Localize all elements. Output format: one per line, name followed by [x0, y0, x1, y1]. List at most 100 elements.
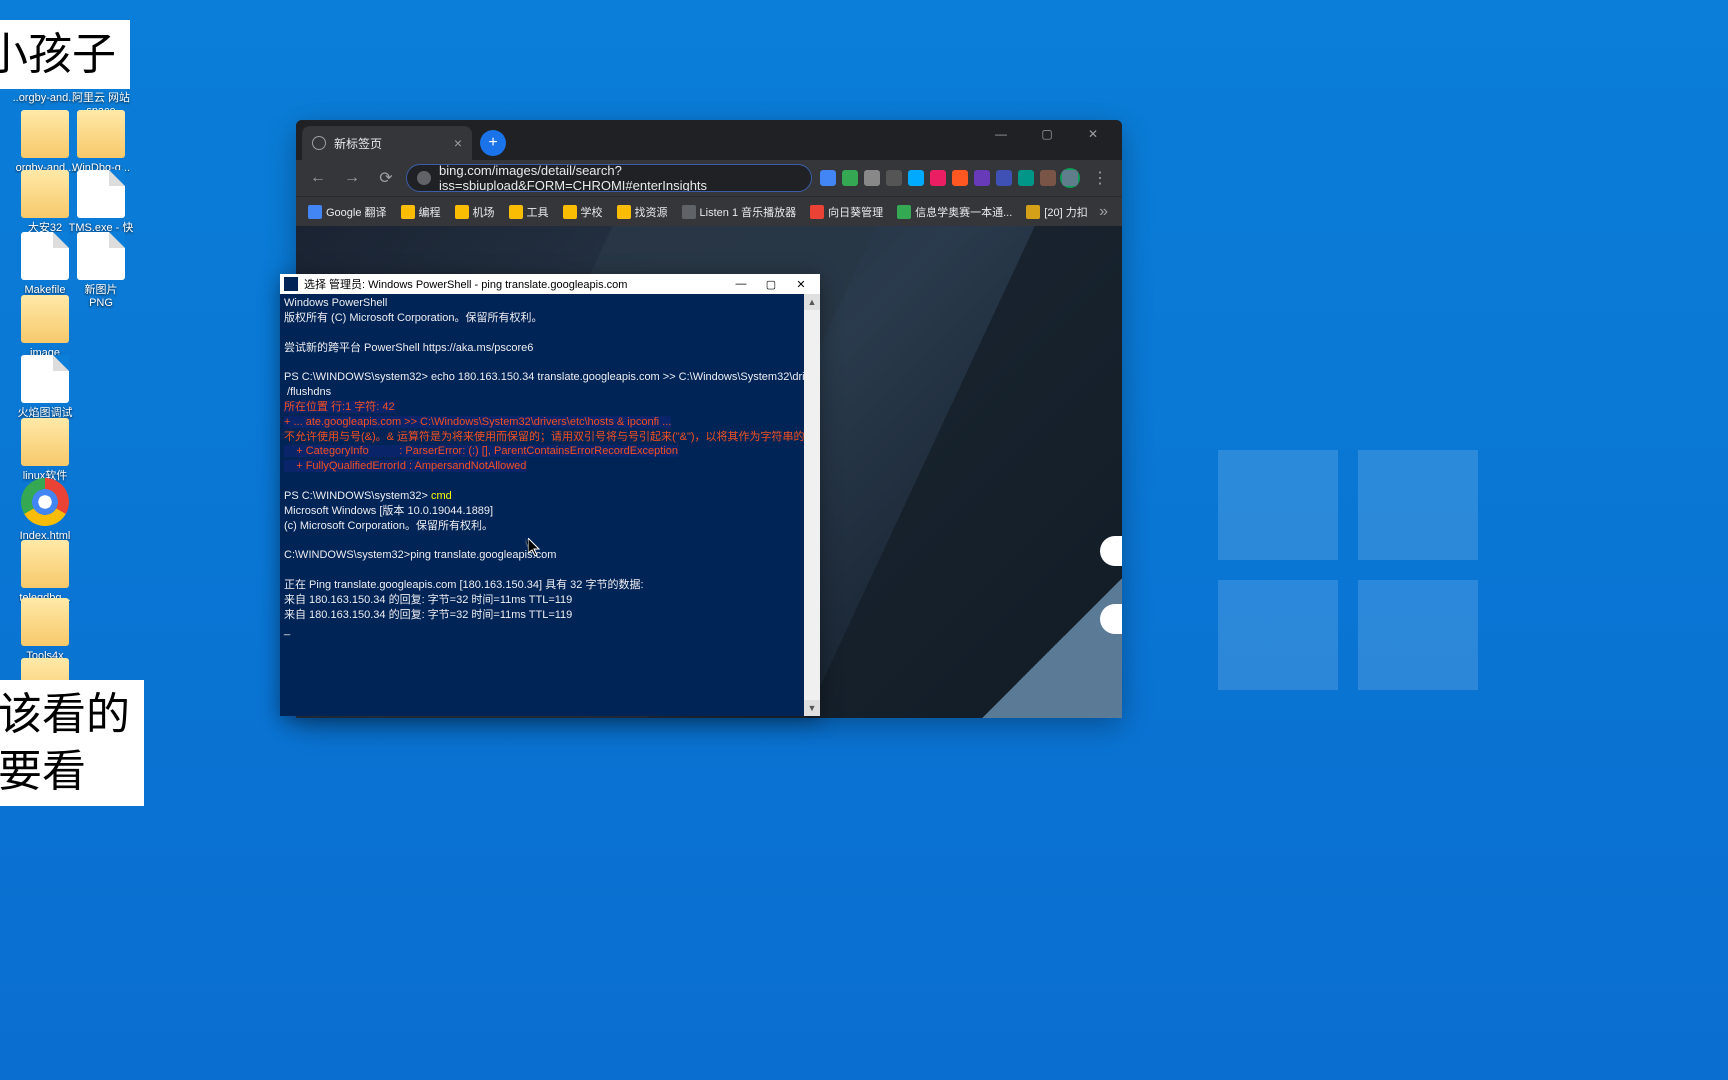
ps-close-button[interactable]: ✕ [786, 278, 816, 291]
desktop-icon[interactable]: Tools4x [10, 598, 80, 663]
terminal-line: 正在 Ping translate.googleapis.com [180.16… [284, 578, 816, 593]
scroll-up-icon[interactable]: ▲ [804, 294, 820, 310]
terminal-line: Windows PowerShell [284, 296, 816, 311]
side-pill-2[interactable] [1100, 604, 1122, 634]
bookmark-label: Listen 1 音乐播放器 [700, 204, 797, 220]
forward-button[interactable]: → [338, 164, 366, 192]
extension-icon[interactable] [928, 168, 948, 188]
folder-icon [77, 110, 125, 158]
extension-icon[interactable] [950, 168, 970, 188]
bookmark-item[interactable]: Google 翻译 [302, 200, 393, 224]
bookmark-item[interactable]: 编程 [395, 200, 447, 224]
chrome-toolbar: ← → ⟳ bing.com/images/detail/search?iss=… [296, 160, 1122, 196]
terminal-line: 所在位置 行:1 字符: 42 [284, 400, 816, 415]
terminal-line: PS C:\WINDOWS\system32> cmd [284, 489, 816, 504]
file-icon [77, 232, 125, 280]
bookmark-label: 信息学奥赛一本通... [915, 204, 1012, 220]
powershell-title-text: 选择 管理员: Windows PowerShell - ping transl… [304, 276, 627, 292]
terminal-line [284, 326, 816, 341]
terminal-line: 不允许使用与号(&)。& 运算符是为将来使用而保留的；请用双引号将与号引起来("… [284, 430, 816, 445]
extension-icon[interactable] [862, 168, 882, 188]
bookmark-favicon [682, 205, 696, 219]
desktop-icon[interactable]: WinDbg-g... [66, 110, 136, 175]
bookmark-label: 向日葵管理 [828, 204, 883, 220]
url-text: bing.com/images/detail/search?iss=sbiupl… [439, 164, 801, 192]
maximize-button[interactable]: ▢ [1024, 120, 1070, 148]
ps-maximize-button[interactable]: ▢ [756, 278, 786, 291]
extension-icon[interactable] [1060, 168, 1080, 188]
powershell-titlebar[interactable]: 选择 管理员: Windows PowerShell - ping transl… [280, 274, 820, 294]
chrome-tabstrip: 新标签页 × + — ▢ ✕ [296, 120, 1122, 160]
bookmark-favicon [1026, 205, 1040, 219]
bookmark-item[interactable]: 工具 [503, 200, 555, 224]
scroll-down-icon[interactable]: ▼ [804, 700, 820, 716]
folder-icon [21, 540, 69, 588]
site-info-icon[interactable] [417, 171, 431, 185]
extension-icon[interactable] [840, 168, 860, 188]
powershell-icon [284, 277, 298, 291]
bookmark-item[interactable]: 机场 [449, 200, 501, 224]
folder-icon [21, 598, 69, 646]
powershell-window: 选择 管理员: Windows PowerShell - ping transl… [280, 274, 820, 716]
terminal-line: (c) Microsoft Corporation。保留所有权利。 [284, 519, 816, 534]
desktop-icon[interactable]: image [10, 295, 80, 360]
folder-icon [21, 110, 69, 158]
terminal-line [284, 563, 816, 578]
chrome-menu-button[interactable]: ⋮ [1086, 164, 1114, 192]
terminal-line [284, 474, 816, 489]
desktop-icon[interactable]: telegdbg... [10, 540, 80, 605]
extension-icon[interactable] [1016, 168, 1036, 188]
terminal-line: C:\WINDOWS\system32>ping translate.googl… [284, 548, 816, 563]
extension-icon[interactable] [884, 168, 904, 188]
ps-minimize-button[interactable]: — [726, 278, 756, 291]
bookmark-item[interactable]: 信息学奥赛一本通... [891, 200, 1018, 224]
terminal-line [284, 355, 816, 370]
new-tab-button[interactable]: + [480, 130, 506, 156]
terminal-line: 来自 180.163.150.34 的回复: 字节=32 时间=11ms TTL… [284, 593, 816, 608]
bookmark-item[interactable]: Listen 1 音乐播放器 [676, 200, 803, 224]
bookmark-label: 编程 [419, 204, 441, 220]
close-button[interactable]: ✕ [1070, 120, 1116, 148]
powershell-scrollbar[interactable]: ▲ ▼ [804, 294, 820, 716]
desktop-icon[interactable]: linux软件 [10, 418, 80, 483]
bookmark-item[interactable]: 向日葵管理 [804, 200, 889, 224]
bookmark-item[interactable]: 学校 [557, 200, 609, 224]
extension-icon[interactable] [906, 168, 926, 188]
extension-icon[interactable] [818, 168, 838, 188]
bookmark-favicon [455, 205, 469, 219]
extension-icon[interactable] [972, 168, 992, 188]
chrome-window-controls: — ▢ ✕ [978, 120, 1116, 148]
address-bar[interactable]: bing.com/images/detail/search?iss=sbiupl… [406, 164, 812, 192]
terminal-line: + ... ate.googleapis.com >> C:\Windows\S… [284, 415, 816, 430]
minimize-button[interactable]: — [978, 120, 1024, 148]
file-icon [77, 170, 125, 218]
bookmark-item[interactable]: 找资源 [611, 200, 674, 224]
bookmark-favicon [563, 205, 577, 219]
side-pill-1[interactable] [1100, 536, 1122, 566]
bookmark-favicon [308, 205, 322, 219]
extension-icon[interactable] [994, 168, 1014, 188]
bookmark-label: Google 翻译 [326, 204, 387, 220]
terminal-line: + CategoryInfo : ParserError: (:) [], Pa… [284, 444, 816, 459]
file-icon [21, 355, 69, 403]
bookmark-label: 找资源 [635, 204, 668, 220]
desktop-icon[interactable]: Index.html [10, 478, 80, 543]
overlay-text-top: 小孩子 [0, 20, 130, 89]
terminal-line [284, 534, 816, 549]
terminal-line: PS C:\WINDOWS\system32> echo 180.163.150… [284, 370, 816, 385]
bookmark-item[interactable]: [20] 力扣（LeetCo... [1020, 200, 1087, 224]
overlay-text-bottom: 不该看的 不要看 [0, 680, 144, 806]
back-button[interactable]: ← [304, 164, 332, 192]
extension-icon[interactable] [1038, 168, 1058, 188]
tab-close-icon[interactable]: × [454, 135, 462, 151]
powershell-output[interactable]: Windows PowerShell版权所有 (C) Microsoft Cor… [280, 294, 820, 716]
bookmark-favicon [810, 205, 824, 219]
bookmarks-overflow[interactable]: » [1091, 199, 1116, 225]
bookmark-label: 学校 [581, 204, 603, 220]
browser-tab[interactable]: 新标签页 × [302, 126, 472, 160]
terminal-line: /flushdns [284, 385, 816, 400]
reload-button[interactable]: ⟳ [372, 164, 400, 192]
folder-icon [21, 295, 69, 343]
bookmark-favicon [617, 205, 631, 219]
bookmarks-bar: Google 翻译 编程机场工具 学校 找资源 Listen 1 音乐播放器 向日葵管理 信… [296, 196, 1122, 226]
